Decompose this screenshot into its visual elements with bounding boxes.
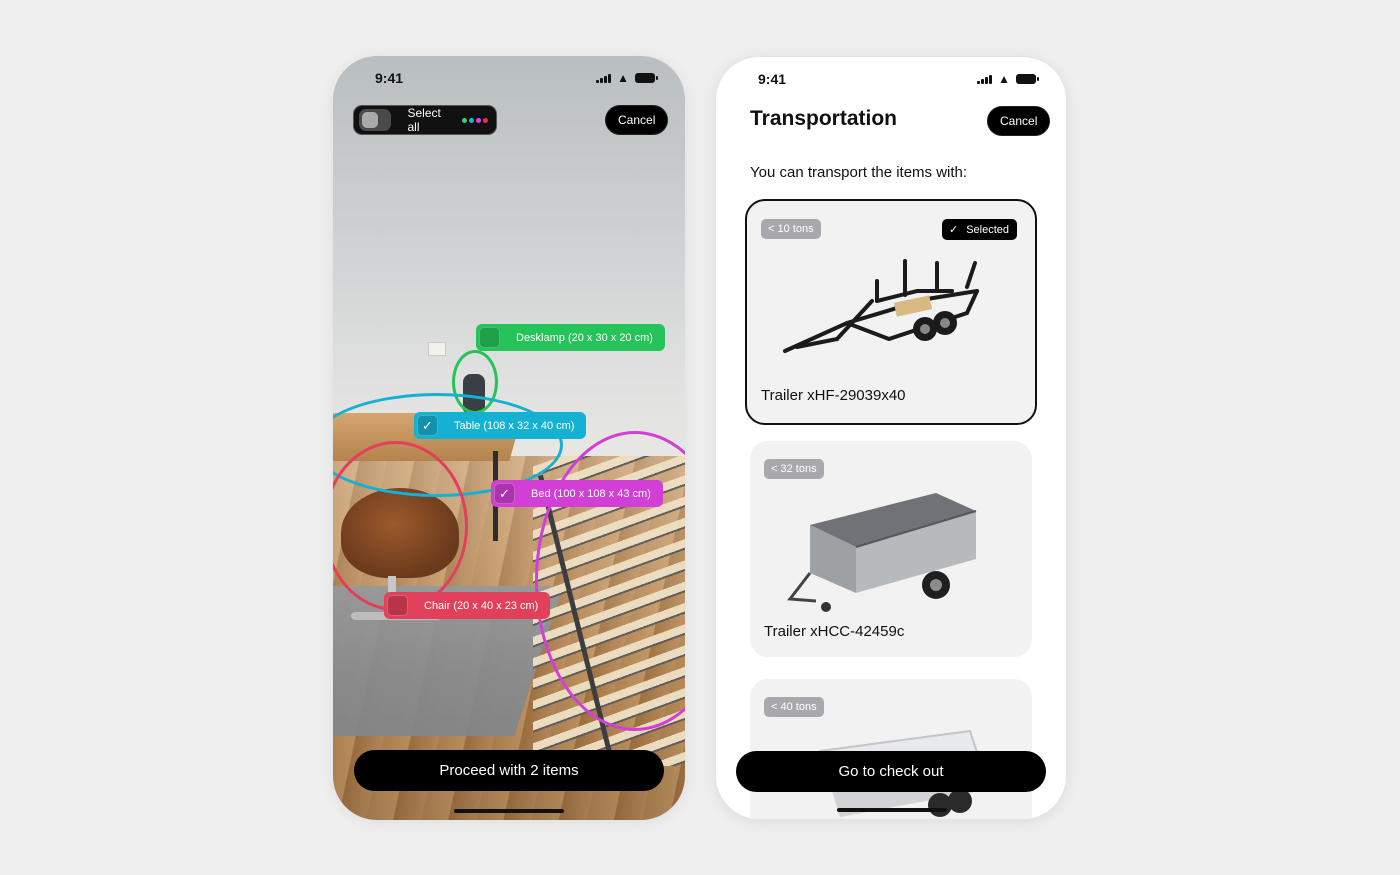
tag-table[interactable]: ✓ Table (108 x 32 x 40 cm) bbox=[414, 412, 587, 439]
status-bar: 9:41 ▲ bbox=[716, 57, 1066, 101]
trailer-card[interactable]: < 32 tons Trailer xHCC-42459c bbox=[750, 441, 1032, 657]
tag-label: Chair (20 x 40 x 23 cm) bbox=[424, 599, 539, 612]
proceed-button[interactable]: Proceed with 2 items bbox=[354, 750, 664, 791]
capacity-badge: < 40 tons bbox=[764, 697, 824, 717]
page-subtitle: You can transport the items with: bbox=[750, 164, 968, 181]
wifi-icon: ▲ bbox=[617, 71, 629, 85]
home-indicator bbox=[837, 808, 947, 812]
selected-badge: ✓ Selected bbox=[941, 219, 1017, 240]
tag-desklamp[interactable]: Desklamp (20 x 30 x 20 cm) bbox=[476, 324, 665, 351]
wall-socket bbox=[428, 342, 446, 356]
tag-chair[interactable]: Chair (20 x 40 x 23 cm) bbox=[384, 592, 551, 619]
select-all-label: Select all bbox=[407, 106, 441, 134]
checkout-button[interactable]: Go to check out bbox=[736, 751, 1046, 792]
toggle-switch[interactable] bbox=[359, 109, 392, 131]
tag-label: Bed (100 x 108 x 43 cm) bbox=[531, 487, 651, 500]
checkmark-icon: ✓ bbox=[499, 485, 510, 501]
trailer-name: Trailer xHCC-42459c bbox=[764, 623, 905, 640]
trailer-card[interactable]: < 10 tons ✓ Selected Trailer xHF-29039x4… bbox=[745, 199, 1037, 425]
trailer-image bbox=[787, 493, 977, 612]
status-time: 9:41 bbox=[758, 71, 787, 87]
color-dot bbox=[476, 117, 481, 123]
cellular-signal-icon bbox=[977, 74, 993, 84]
status-bar: 9:41 ▲ bbox=[333, 56, 685, 100]
transportation-screen: 9:41 ▲ Transportation Cancel You can tra… bbox=[715, 56, 1067, 820]
checkbox[interactable]: ✓ bbox=[494, 483, 515, 504]
page-title: Transportation bbox=[750, 107, 898, 130]
capacity-badge: < 10 tons bbox=[761, 219, 821, 239]
capacity-badge: < 32 tons bbox=[764, 459, 824, 479]
checkbox[interactable] bbox=[387, 595, 408, 616]
cellular-signal-icon bbox=[596, 73, 612, 83]
checkbox[interactable]: ✓ bbox=[417, 415, 438, 436]
trailer-name: Trailer xHF-29039x40 bbox=[761, 387, 906, 404]
checkmark-icon: ✓ bbox=[422, 417, 433, 433]
status-time: 9:41 bbox=[375, 70, 404, 86]
color-dot bbox=[462, 117, 467, 123]
cancel-button[interactable]: Cancel bbox=[605, 105, 669, 135]
tag-bed[interactable]: ✓ Bed (100 x 108 x 43 cm) bbox=[491, 480, 663, 507]
checkbox[interactable] bbox=[479, 327, 500, 348]
cancel-button[interactable]: Cancel bbox=[987, 106, 1051, 136]
color-dot bbox=[483, 117, 488, 123]
battery-icon bbox=[635, 73, 658, 83]
trailer-image bbox=[783, 259, 979, 353]
ar-scan-screen: 9:41 ▲ Select all Cancel Desklamp (20 x … bbox=[333, 56, 685, 820]
checkmark-icon: ✓ bbox=[948, 224, 959, 236]
color-dots-icon bbox=[462, 117, 488, 123]
battery-icon bbox=[1016, 74, 1039, 84]
tag-label: Table (108 x 32 x 40 cm) bbox=[454, 419, 575, 432]
trailer-card[interactable]: < 40 tons bbox=[750, 679, 1032, 819]
color-dot bbox=[469, 117, 474, 123]
home-indicator bbox=[454, 809, 564, 813]
select-all-toggle[interactable]: Select all bbox=[353, 105, 497, 135]
wifi-icon: ▲ bbox=[998, 72, 1010, 86]
tag-label: Desklamp (20 x 30 x 20 cm) bbox=[516, 331, 653, 344]
